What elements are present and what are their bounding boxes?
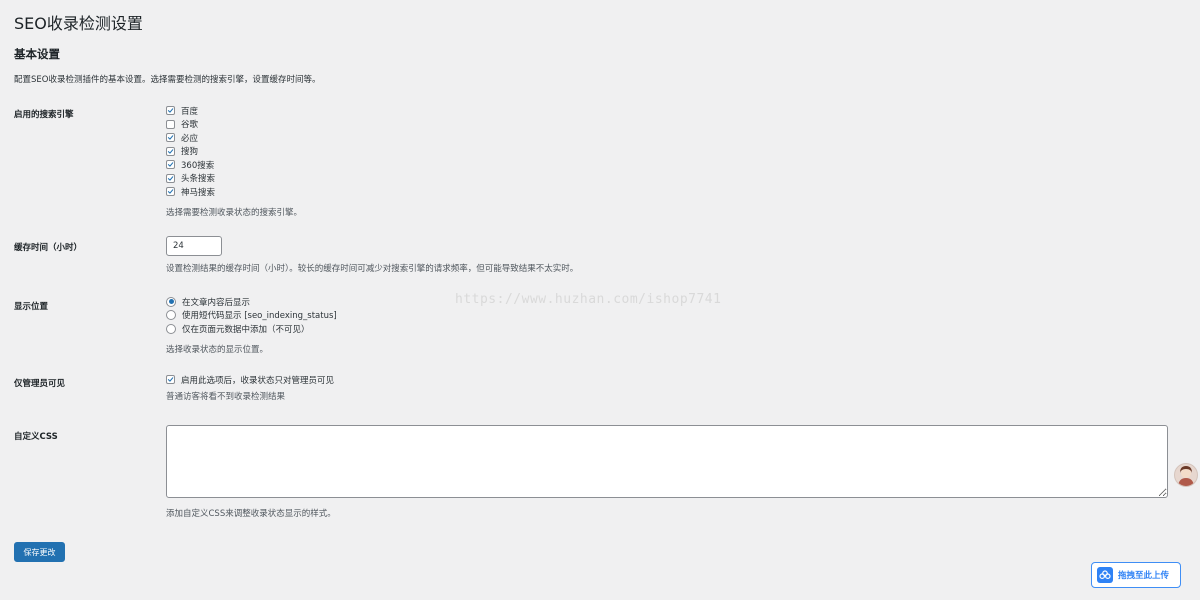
engine-option[interactable]: 360搜索 [166, 158, 302, 172]
cache-hours-input[interactable] [166, 236, 222, 256]
engine-label: 谷歌 [181, 120, 199, 131]
display-option[interactable]: 在文章内容后显示 [166, 295, 337, 309]
admin-only-group: 启用此选项后，收录状态只对管理员可见 普通访客将看不到收录检测结果 [166, 373, 334, 402]
display-radio-group: 在文章内容后显示使用短代码显示 [seo_indexing_status] 仅在页… [166, 295, 337, 355]
display-description: 选择收录状态的显示位置。 [166, 344, 269, 355]
watermark-text: https://www.huzhan.com/ishop7741 [455, 292, 722, 307]
engine-label: 神马搜索 [181, 187, 216, 198]
engine-checkbox[interactable] [166, 160, 175, 170]
engines-checkbox-group: 百度谷歌必应搜狗 360搜索头条搜索神马搜索 选择需要检测收录状态的搜索引擎。 [166, 104, 302, 218]
admin-only-option[interactable]: 启用此选项后，收录状态只对管理员可见 [166, 373, 334, 387]
custom-css-description: 添加自定义CSS来调整收录状态显示的样式。 [166, 509, 336, 519]
engine-option[interactable]: 百度 [166, 104, 302, 118]
engine-option[interactable]: 谷歌 [166, 118, 302, 132]
cache-label: 缓存时间（小时） [14, 243, 83, 253]
display-option-label: 使用短代码显示 [seo_indexing_status] [182, 311, 337, 322]
engine-label: 百度 [181, 106, 199, 117]
section-title: 基本设置 [14, 47, 60, 61]
engine-checkbox[interactable] [166, 173, 175, 183]
engine-option[interactable]: 搜狗 [166, 145, 302, 159]
avatar[interactable] [1174, 463, 1198, 487]
engine-checkbox[interactable] [166, 146, 175, 156]
display-option-label: 仅在页面元数据中添加（不可见） [182, 324, 310, 335]
upload-label: 拖拽至此上传 [1118, 571, 1170, 581]
display-radio[interactable] [166, 296, 176, 307]
engine-label: 头条搜索 [181, 174, 216, 185]
display-option[interactable]: 仅在页面元数据中添加（不可见） [166, 322, 337, 336]
engine-checkbox[interactable] [166, 187, 175, 197]
cloud-upload-icon [1097, 567, 1113, 583]
custom-css-textarea[interactable] [166, 425, 1168, 498]
engine-checkbox[interactable] [166, 106, 175, 116]
section-description: 配置SEO收录检测插件的基本设置。选择需要检测的搜索引擎，设置缓存时间等。 [14, 75, 321, 85]
engine-option[interactable]: 神马搜索 [166, 185, 302, 199]
display-label: 显示位置 [14, 302, 49, 312]
display-radio[interactable] [166, 323, 176, 334]
engines-description: 选择需要检测收录状态的搜索引擎。 [166, 207, 303, 218]
admin-only-checkbox[interactable] [166, 375, 175, 385]
display-option[interactable]: 使用短代码显示 [seo_indexing_status] [166, 309, 337, 323]
engines-label: 启用的搜索引擎 [14, 110, 74, 120]
custom-css-label: 自定义CSS [14, 432, 58, 442]
admin-only-label: 仅管理员可见 [14, 379, 66, 389]
engine-label: 搜狗 [181, 147, 199, 158]
cache-description: 设置检测结果的缓存时间（小时）。较长的缓存时间可减少对搜索引擎的请求频率，但可能… [166, 264, 579, 274]
save-button[interactable]: 保存更改 [14, 542, 65, 562]
engine-option[interactable]: 头条搜索 [166, 172, 302, 186]
engine-checkbox[interactable] [166, 133, 175, 143]
display-option-label: 在文章内容后显示 [182, 297, 251, 308]
engine-checkbox[interactable] [166, 119, 175, 129]
admin-only-option-label: 启用此选项后，收录状态只对管理员可见 [181, 375, 335, 386]
display-radio[interactable] [166, 310, 176, 321]
engine-option[interactable]: 必应 [166, 131, 302, 145]
engine-label: 必应 [181, 133, 199, 144]
engine-label: 360搜索 [181, 160, 215, 171]
upload-dropzone-button[interactable]: 拖拽至此上传 [1091, 562, 1181, 588]
admin-only-description: 普通访客将看不到收录检测结果 [166, 391, 286, 402]
page-title: SEO收录检测设置 [14, 14, 143, 33]
